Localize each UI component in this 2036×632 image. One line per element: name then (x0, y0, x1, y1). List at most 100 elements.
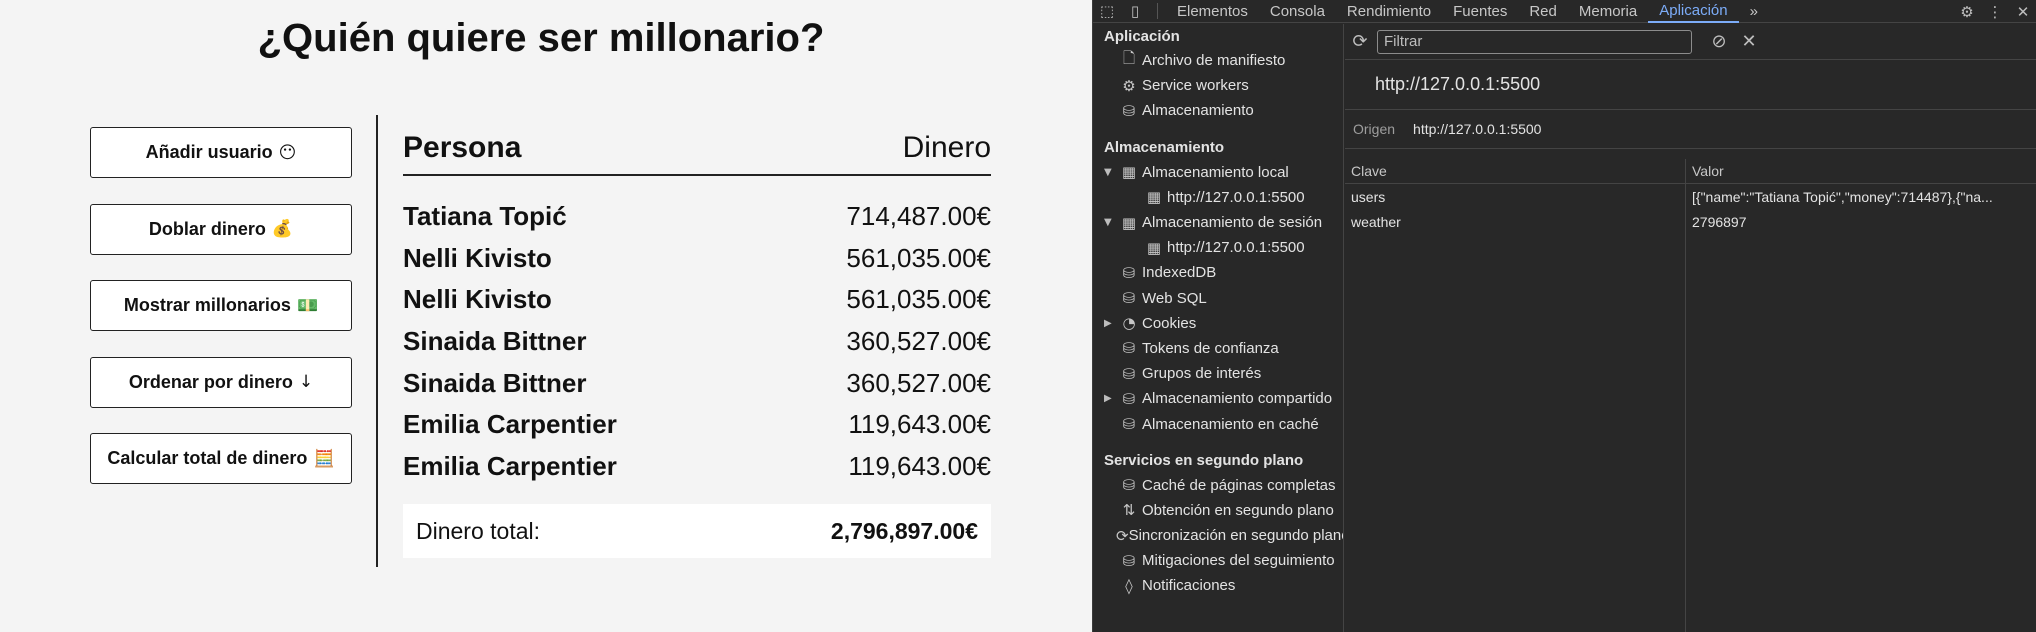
show-millionaires-button[interactable]: Mostrar millonarios 💵 (90, 280, 352, 331)
delete-selected-icon[interactable]: ✕ (1734, 24, 1764, 60)
person-money: 360,527.00€ (846, 326, 991, 357)
total-label: Dinero total: (416, 517, 541, 544)
sidebar-item-cookies[interactable]: ▶ ◔ Cookies (1093, 311, 1343, 336)
tab-network[interactable]: Red (1518, 0, 1568, 23)
database-icon: ⛁ (1122, 476, 1136, 495)
entry-key: weather (1345, 209, 1686, 235)
expanded-arrow-icon[interactable]: ▼ (1104, 217, 1116, 228)
sidebar-item-local-storage[interactable]: ▼ ▦ Almacenamiento local (1093, 160, 1343, 185)
tab-performance[interactable]: Rendimiento (1336, 0, 1442, 23)
sidebar-item-storage[interactable]: ⛁ Almacenamiento (1093, 98, 1343, 123)
sidebar-item-label: Mitigaciones del seguimiento (1142, 552, 1335, 570)
sidebar-item-interest-groups[interactable]: ⛁ Grupos de interés (1093, 361, 1343, 386)
entry-value: [{"name":"Tatiana Topić","money":714487}… (1692, 188, 1993, 205)
sidebar-item-label: Web SQL (1142, 289, 1207, 307)
sidebar-item-session-origin[interactable]: ▦ http://127.0.0.1:5500 (1093, 235, 1343, 260)
person-name: Emilia Carpentier (403, 450, 617, 481)
document-icon: 🗋 (1122, 49, 1136, 68)
devtools-tabbar: ⬚ ▯ Elementos Consola Rendimiento Fuente… (1093, 0, 2036, 23)
person-money: 119,643.00€ (848, 409, 991, 440)
person-name: Nelli Kivisto (403, 242, 552, 273)
section-application: Aplicación (1104, 27, 1180, 45)
origin-label: Origen (1353, 121, 1396, 137)
person-name: Tatiana Topić (403, 201, 567, 232)
sidebar-item-bfcache[interactable]: ⛁ Caché de páginas completas (1093, 473, 1343, 498)
sidebar-item-websql[interactable]: ⛁ Web SQL (1093, 286, 1343, 311)
more-tabs-icon[interactable]: » (1739, 0, 1769, 23)
clear-all-icon[interactable]: ⊘ (1704, 24, 1734, 60)
sidebar-item-label: Grupos de interés (1142, 365, 1262, 383)
tab-elements[interactable]: Elementos (1166, 0, 1259, 23)
more-options-icon[interactable]: ⋮ (1981, 0, 2009, 23)
person-row: Emilia Carpentier 119,643.00€ (403, 404, 991, 446)
sidebar-item-trust-tokens[interactable]: ⛁ Tokens de confianza (1093, 336, 1343, 361)
person-name: Emilia Carpentier (403, 409, 617, 440)
inspect-element-icon[interactable]: ⬚ (1093, 0, 1121, 23)
sidebar-item-session-storage[interactable]: ▼ ▦ Almacenamiento de sesión (1093, 210, 1343, 235)
table-icon: ▦ (1146, 238, 1162, 257)
sidebar-item-label: Caché de páginas completas (1142, 476, 1336, 494)
storage-toolbar: ⟳ ⊘ ✕ (1345, 24, 2036, 60)
sidebar-item-cache-storage[interactable]: ⛁ Almacenamiento en caché (1093, 411, 1343, 436)
sidebar-item-service-workers[interactable]: ⚙ Service workers (1093, 73, 1343, 98)
sidebar-item-indexeddb[interactable]: ⛁ IndexedDB (1093, 260, 1343, 285)
abacus-icon: 🧮 (313, 448, 335, 469)
person-row: Sinaida Bittner 360,527.00€ (403, 321, 991, 363)
sidebar-item-label: Notificaciones (1142, 577, 1236, 595)
table-header: Persona Dinero (403, 125, 991, 165)
sidebar-item-background-sync[interactable]: ⟳ Sincronización en segundo plano (1093, 523, 1343, 548)
database-icon: ⛁ (1122, 551, 1136, 570)
sidebar-item-bounce-tracking[interactable]: ⛁ Mitigaciones del seguimiento (1093, 548, 1343, 573)
device-toolbar-icon[interactable]: ▯ (1121, 0, 1149, 23)
devtools-window-controls: ⚙ ⋮ ✕ (1953, 0, 2036, 23)
tab-sources[interactable]: Fuentes (1442, 0, 1518, 23)
filter-input[interactable] (1377, 29, 1692, 54)
calculate-total-button[interactable]: Calcular total de dinero 🧮 (90, 433, 352, 484)
sidebar-item-shared-storage[interactable]: ▶ ⛁ Almacenamiento compartido (1093, 386, 1343, 411)
tab-application[interactable]: Aplicación (1648, 0, 1739, 23)
tab-memory[interactable]: Memoria (1568, 0, 1648, 23)
table-empty-area (1345, 235, 2036, 632)
tab-console[interactable]: Consola (1259, 0, 1336, 23)
person-row: Sinaida Bittner 360,527.00€ (403, 362, 991, 404)
table-row[interactable]: users [{"name":"Tatiana Topić","money":7… (1345, 184, 2036, 210)
settings-gear-icon[interactable]: ⚙ (1953, 0, 1981, 23)
sort-by-money-button[interactable]: Ordenar por dinero ↓ (90, 356, 352, 408)
up-down-arrows-icon: ⇅ (1122, 501, 1136, 520)
column-value-header[interactable]: Valor (1686, 159, 2036, 183)
person-money: 119,643.00€ (848, 450, 991, 481)
sidebar-item-local-origin[interactable]: ▦ http://127.0.0.1:5500 (1093, 185, 1343, 210)
double-money-button[interactable]: Doblar dinero 💰 (90, 203, 352, 255)
refresh-icon[interactable]: ⟳ (1345, 24, 1375, 60)
close-devtools-icon[interactable]: ✕ (2009, 0, 2036, 23)
add-user-button[interactable]: Añadir usuario 😶 (90, 127, 352, 178)
sidebar-item-notifications[interactable]: ◊ Notificaciones (1093, 573, 1343, 598)
database-icon: ⛁ (1122, 101, 1136, 120)
entry-key: users (1345, 184, 1686, 210)
database-icon: ⛁ (1122, 364, 1136, 383)
cookie-icon: ◔ (1122, 314, 1136, 333)
sidebar-item-label: Almacenamiento en caché (1142, 415, 1319, 433)
expanded-arrow-icon[interactable]: ▼ (1104, 167, 1116, 178)
money-table: Persona Dinero Tatiana Topić 714,487.00€… (403, 125, 991, 559)
header-person: Persona (403, 131, 522, 164)
header-money: Dinero (902, 131, 991, 164)
sidebar-item-label: Almacenamiento de sesión (1142, 214, 1323, 232)
double-money-label: Doblar dinero (148, 218, 266, 239)
table-row[interactable]: weather 2796897 (1345, 209, 2036, 235)
empty-value-column (1686, 235, 2036, 632)
origin-title: http://127.0.0.1:5500 (1345, 60, 2036, 110)
table-header: Clave Valor (1345, 159, 2036, 184)
table-icon: ▦ (1146, 188, 1162, 207)
sidebar-item-manifest[interactable]: 🗋 Archivo de manifiesto (1093, 48, 1343, 73)
action-buttons: Añadir usuario 😶 Doblar dinero 💰 Mostrar… (90, 127, 352, 510)
vertical-divider (376, 115, 378, 567)
sidebar-item-background-fetch[interactable]: ⇅ Obtención en segundo plano (1093, 498, 1343, 523)
person-name: Nelli Kivisto (403, 284, 552, 315)
money-bag-icon: 💰 (271, 219, 294, 239)
column-key-header[interactable]: Clave (1345, 159, 1686, 183)
collapsed-arrow-icon[interactable]: ▶ (1104, 318, 1116, 329)
sync-icon: ⟳ (1116, 526, 1129, 545)
face-icon: 😶 (278, 142, 297, 163)
collapsed-arrow-icon[interactable]: ▶ (1104, 393, 1116, 404)
